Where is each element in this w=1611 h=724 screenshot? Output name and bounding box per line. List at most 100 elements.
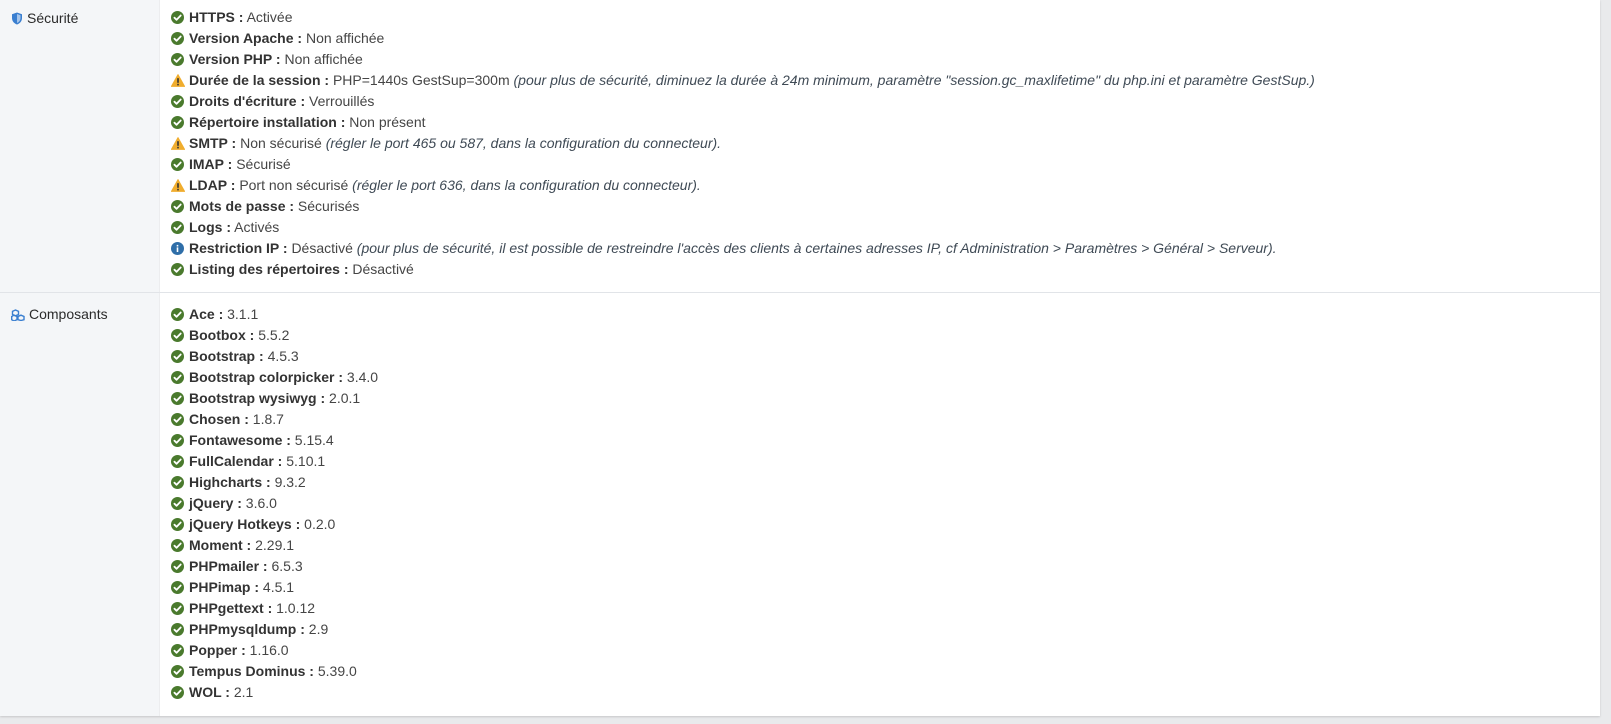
security-value: Non affichée [305,30,385,46]
security-title: Sécurité [27,10,79,26]
security-row: LDAP : Port non sécurisé (régler le port… [170,175,1600,196]
component-row: Tempus Dominus : 5.39.0 [171,661,1600,682]
security-row: Mots de passe : Sécurisés [171,196,1600,217]
security-label: Mots de passe : [189,198,295,214]
component-label: Bootstrap : [189,348,264,364]
check-circle-icon [171,348,184,363]
component-row: Chosen : 1.8.7 [171,409,1600,430]
check-circle-icon [171,9,184,24]
component-row: jQuery Hotkeys : 0.2.0 [171,514,1600,535]
component-row: WOL : 2.1 [171,682,1600,703]
check-circle-icon [171,51,184,66]
component-value: 9.3.2 [274,474,306,490]
security-row: Restriction IP : Désactivé (pour plus de… [171,238,1600,259]
component-value: 5.15.4 [294,432,334,448]
check-circle-icon [171,432,184,447]
component-row: Ace : 3.1.1 [171,304,1600,325]
security-row: Droits d'écriture : Verrouillés [171,91,1600,112]
component-value: 2.1 [233,684,254,700]
component-label: FullCalendar : [189,453,283,469]
check-circle-icon [171,684,184,699]
component-value: 1.0.12 [276,600,316,616]
security-value: Non sécurisé [240,135,322,151]
check-circle-icon [171,558,184,573]
security-row: Version PHP : Non affichée [171,49,1600,70]
component-label: Fontawesome : [189,432,291,448]
security-label: Logs : [189,219,231,235]
security-note: (régler le port 636, dans la configurati… [352,177,701,193]
security-note: (pour plus de sécurité, diminuez la duré… [513,72,1315,88]
component-label: Moment : [189,537,252,553]
check-circle-icon [171,663,184,678]
component-label: Highcharts : [189,474,271,490]
security-row: Logs : Activés [171,217,1600,238]
component-value: 2.9 [308,621,329,637]
component-label: Ace : [189,306,224,322]
component-label: Chosen : [189,411,249,427]
component-row: PHPimap : 4.5.1 [171,577,1600,598]
warning-triangle-icon [170,72,186,87]
check-circle-icon [171,621,184,636]
component-row: PHPmysqldump : 2.9 [171,619,1600,640]
check-circle-icon [171,600,184,615]
security-row: Listing des répertoires : Désactivé [171,259,1600,280]
security-value: Verrouillés [309,93,375,109]
security-label: SMTP : [189,135,237,151]
check-circle-icon [171,306,184,321]
component-label: PHPmysqldump : [189,621,305,637]
system-info-panel: Sécurité HTTPS : Activée Version Apache :… [0,0,1600,716]
check-circle-icon [171,156,184,171]
security-value: Non présent [349,114,426,130]
check-circle-icon [171,93,184,108]
component-value: 5.5.2 [258,327,290,343]
component-label: Popper : [189,642,246,658]
component-row: jQuery : 3.6.0 [171,493,1600,514]
component-label: PHPimap : [189,579,260,595]
check-circle-icon [171,261,184,276]
security-label: Durée de la session : [189,72,330,88]
check-circle-icon [171,453,184,468]
shield-icon [11,12,23,28]
check-circle-icon [171,495,184,510]
component-value: 3.6.0 [245,495,277,511]
security-row: Répertoire installation : Non présent [171,112,1600,133]
check-circle-icon [171,30,184,45]
security-label: Droits d'écriture : [189,93,306,109]
component-value: 3.4.0 [346,369,379,385]
check-circle-icon [171,369,184,384]
component-label: Bootstrap colorpicker : [189,369,344,385]
components-section: Composants Ace : 3.1.1 Bootbox : 5.5.2 Boo… [0,293,1600,716]
check-circle-icon [171,327,184,342]
component-row: Moment : 2.29.1 [171,535,1600,556]
component-label: jQuery : [189,495,242,511]
component-row: Bootstrap : 4.5.3 [171,346,1600,367]
info-circle-icon [171,240,184,255]
component-row: Highcharts : 9.3.2 [171,472,1600,493]
warning-triangle-icon [170,177,186,192]
check-circle-icon [171,114,184,129]
component-value: 2.29.1 [255,537,295,553]
security-label: Listing des répertoires : [189,261,349,277]
component-value: 4.5.3 [267,348,299,364]
component-value: 3.1.1 [227,306,259,322]
check-circle-icon [171,516,184,531]
component-value: 5.39.0 [317,663,357,679]
check-circle-icon [171,537,184,552]
component-label: PHPgettext : [189,600,273,616]
security-value: Sécurisé [236,156,291,172]
warning-triangle-icon [170,135,186,150]
check-circle-icon [171,579,184,594]
security-label: LDAP : [189,177,236,193]
security-label: Répertoire installation : [189,114,346,130]
component-row: Bootbox : 5.5.2 [171,325,1600,346]
check-circle-icon [171,390,184,405]
component-row: PHPmailer : 6.5.3 [171,556,1600,577]
component-value: 4.5.1 [262,579,295,595]
component-row: FullCalendar : 5.10.1 [171,451,1600,472]
components-label-cell: Composants [0,293,160,716]
security-value: Activée [246,9,293,25]
security-row: Durée de la session : PHP=1440s GestSup=… [170,70,1600,91]
component-value: 5.10.1 [286,453,326,469]
security-note: (régler le port 465 ou 587, dans la conf… [325,135,722,151]
component-row: Bootstrap colorpicker : 3.4.0 [171,367,1600,388]
